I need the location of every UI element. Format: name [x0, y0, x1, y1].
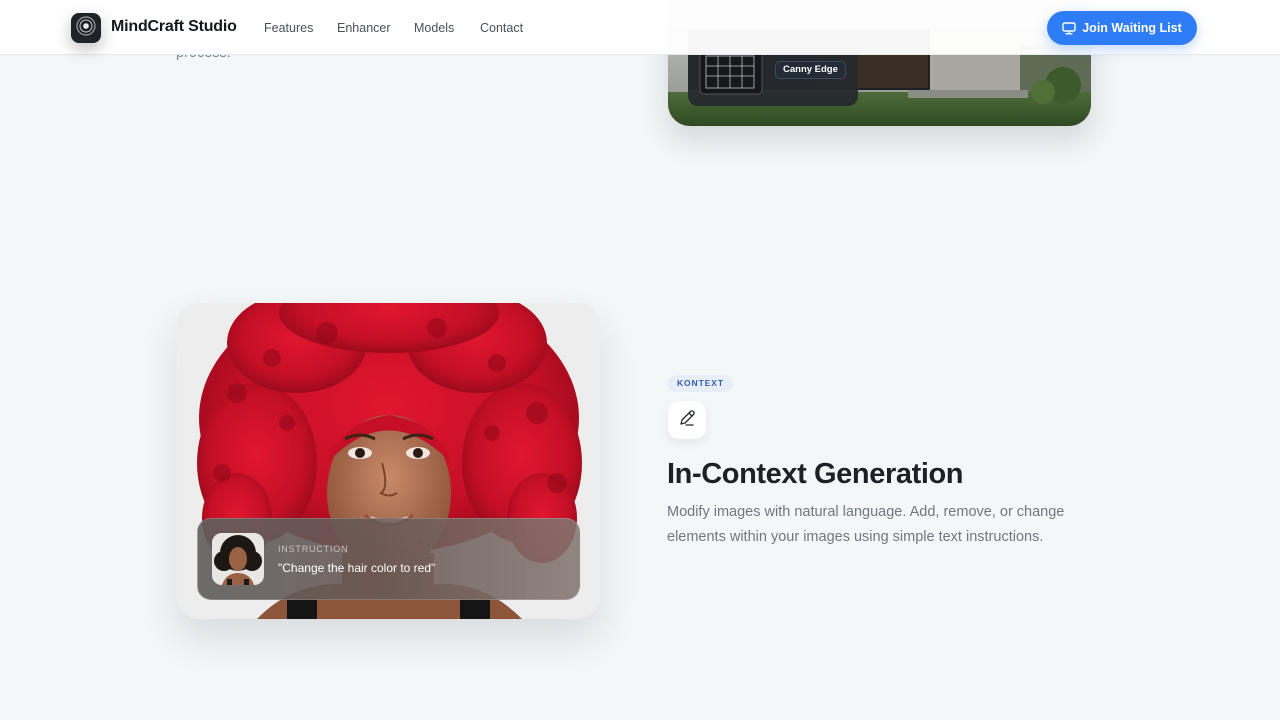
- nav-enhancer[interactable]: Enhancer: [337, 21, 391, 35]
- join-waiting-list-label: Join Waiting List: [1082, 21, 1182, 35]
- nav-models[interactable]: Models: [414, 21, 454, 35]
- canny-edge-tag: Canny Edge: [775, 61, 846, 79]
- monitor-icon: [1062, 21, 1076, 35]
- feature-title: In-Context Generation: [667, 458, 964, 490]
- nav-features[interactable]: Features: [264, 21, 313, 35]
- instruction-thumbnail: [212, 533, 264, 585]
- feature-icon-tile: [668, 401, 706, 439]
- logo[interactable]: [71, 13, 101, 43]
- instruction-card: INSTRUCTION "Change the hair color to re…: [197, 518, 580, 600]
- nav-contact[interactable]: Contact: [480, 21, 523, 35]
- join-waiting-list-button[interactable]: Join Waiting List: [1047, 11, 1197, 45]
- orb-icon: [75, 15, 97, 42]
- feature-description: Modify images with natural language. Add…: [667, 504, 1065, 545]
- brand-name[interactable]: MindCraft Studio: [111, 18, 237, 36]
- kontext-badge: KONTEXT: [668, 375, 733, 392]
- instruction-text: "Change the hair color to red": [278, 561, 436, 575]
- instruction-label: INSTRUCTION: [278, 544, 349, 554]
- page: process.: [0, 0, 1280, 720]
- site-header: MindCraft Studio Features Enhancer Model…: [0, 0, 1280, 55]
- pencil-icon: [677, 408, 697, 433]
